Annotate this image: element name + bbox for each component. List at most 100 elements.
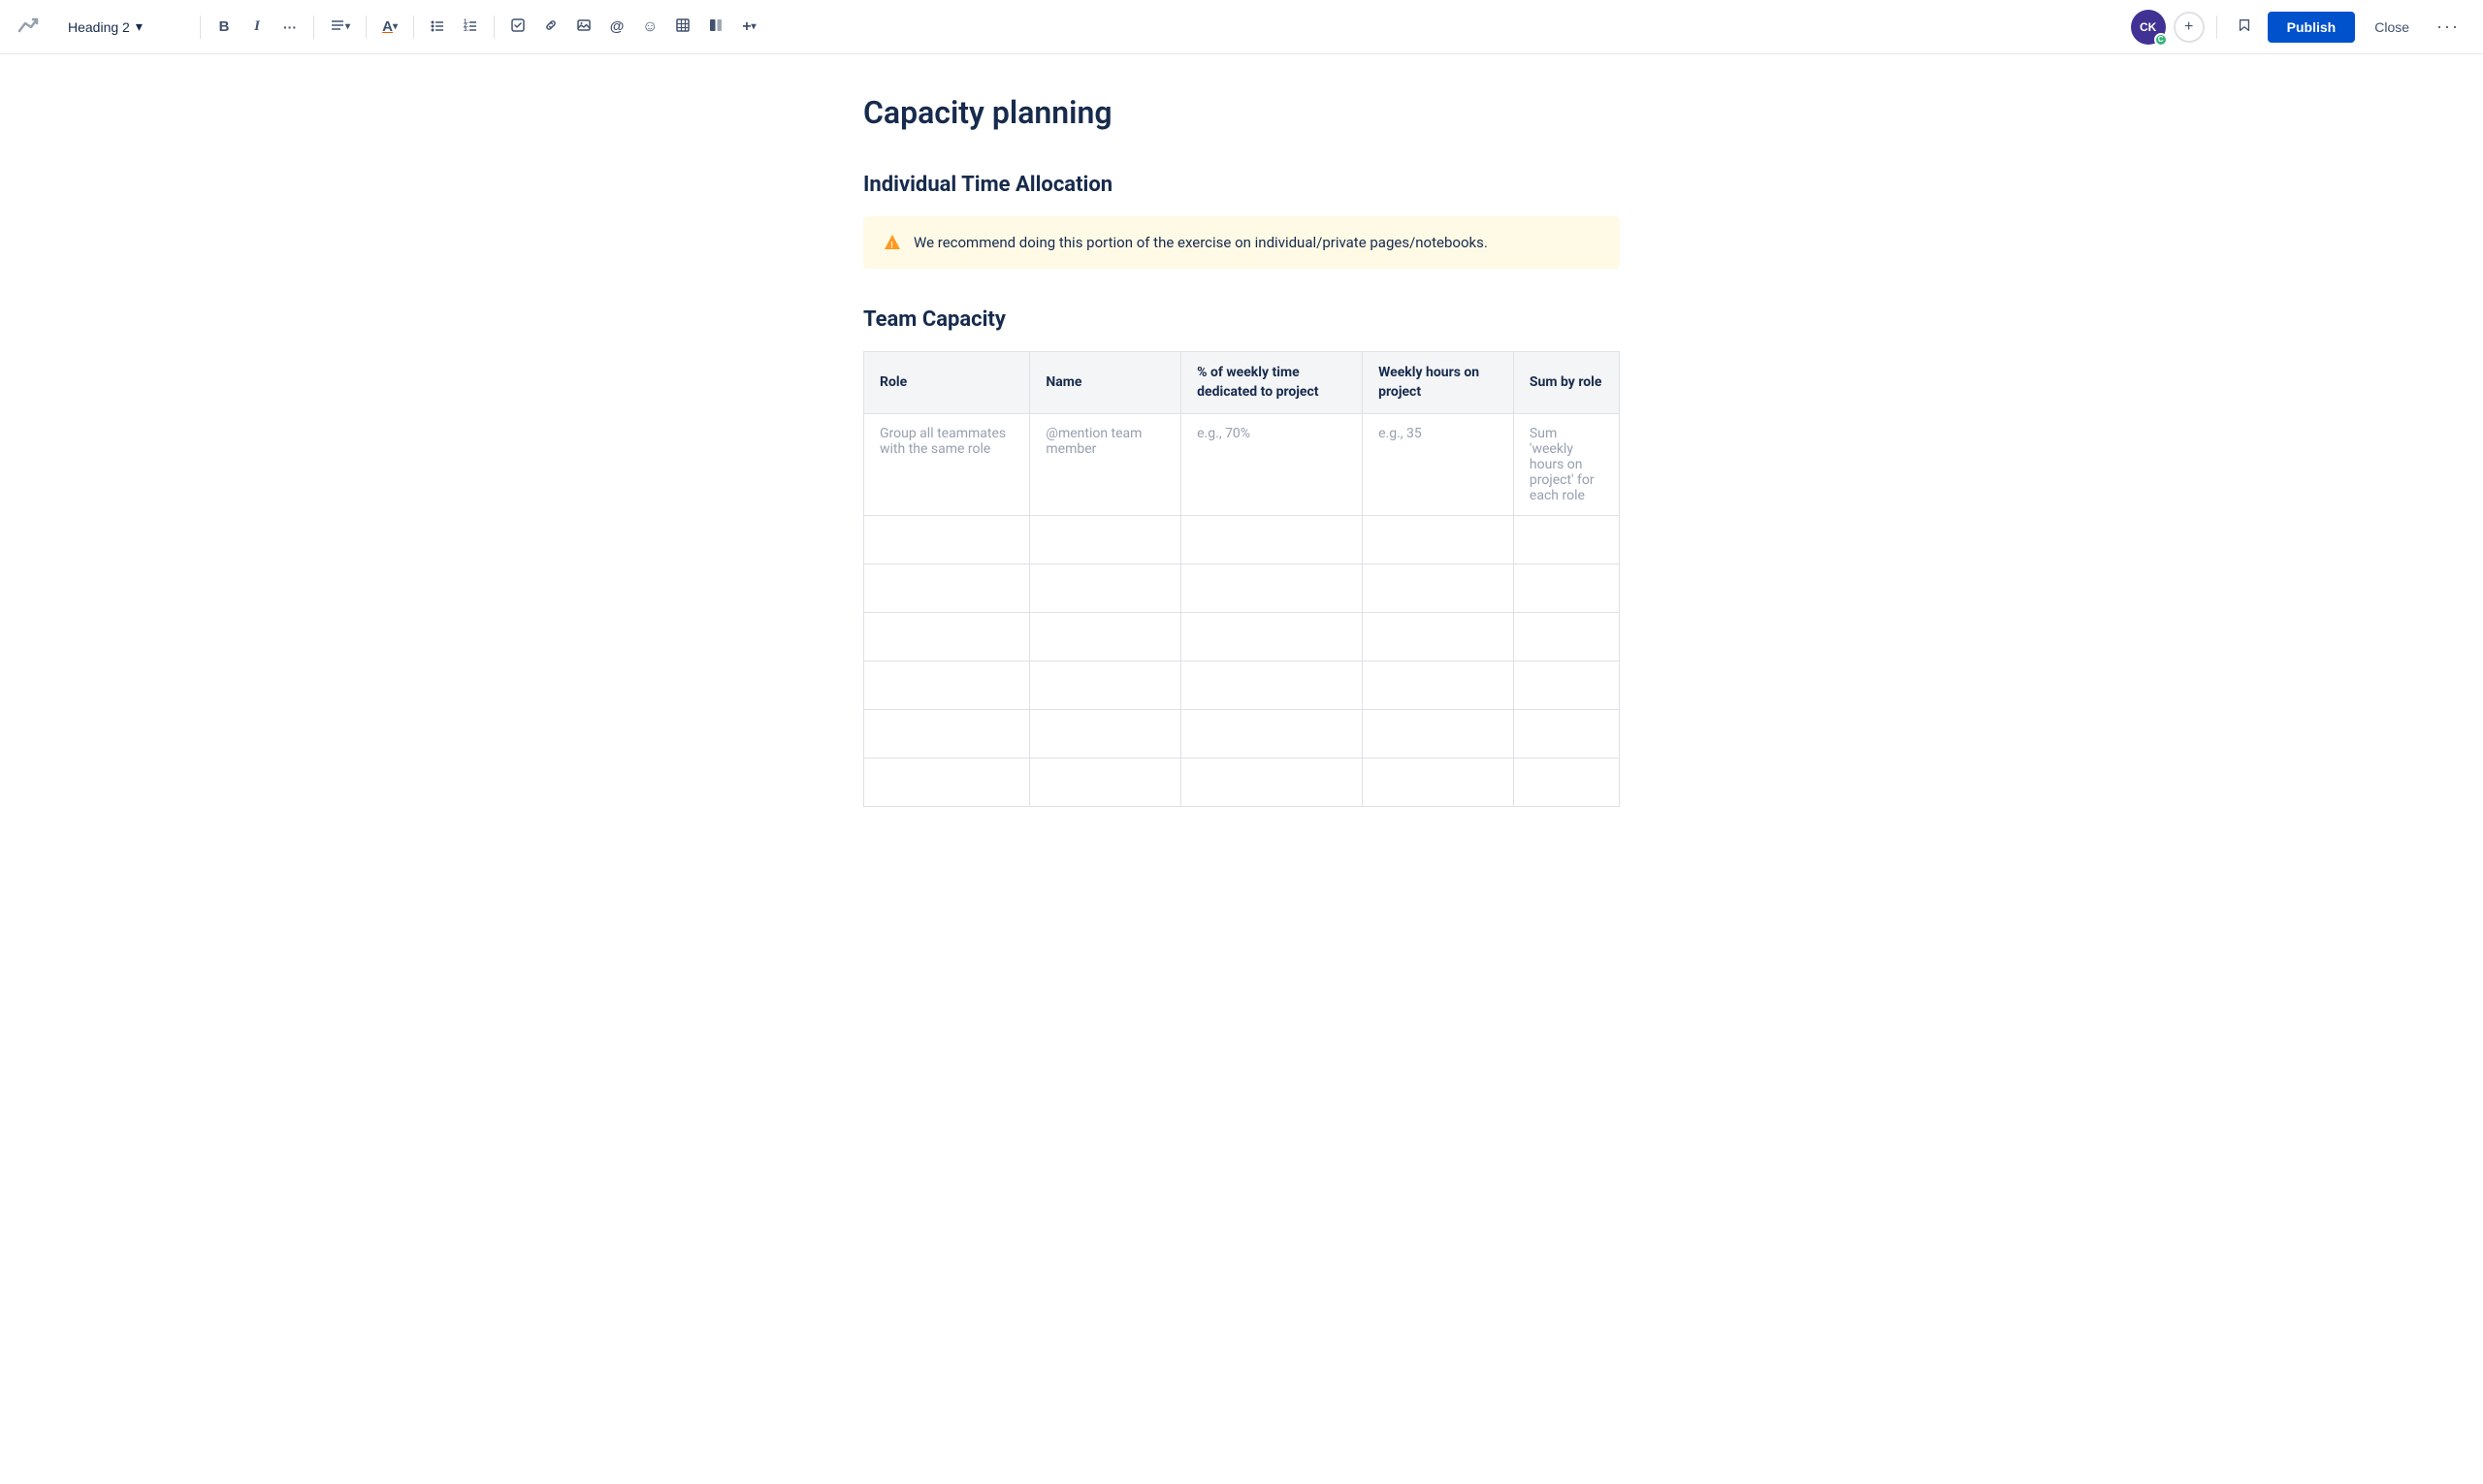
cell-role-2[interactable] (864, 565, 1030, 613)
italic-button[interactable]: I (242, 12, 273, 43)
toolbar-divider-5 (494, 16, 495, 39)
table-button[interactable] (667, 12, 698, 43)
cell-role-4[interactable] (864, 661, 1030, 710)
table-row[interactable] (864, 758, 1620, 807)
emoji-icon: ☺ (642, 18, 658, 36)
task-list-button[interactable] (502, 12, 533, 43)
cell-pct-4[interactable] (1181, 661, 1363, 710)
emoji-button[interactable]: ☺ (634, 12, 665, 43)
cell-hrs-4[interactable] (1363, 661, 1514, 710)
bullet-list-button[interactable] (422, 12, 453, 43)
toolbar-divider-4 (413, 16, 414, 39)
close-label: Close (2374, 19, 2409, 35)
cell-pct-2[interactable] (1181, 565, 1363, 613)
bullet-list-icon (430, 17, 445, 36)
heading-style-selector[interactable]: Heading 2 ▾ (58, 13, 184, 41)
cell-sum-1[interactable] (1513, 516, 1619, 565)
avatar-initials: CK (2140, 20, 2156, 34)
cell-pct-3[interactable] (1181, 613, 1363, 661)
cell-hrs-5[interactable] (1363, 710, 1514, 758)
add-collaborator-button[interactable]: + (2174, 12, 2205, 43)
cell-name-2[interactable] (1030, 565, 1181, 613)
cell-pct-5[interactable] (1181, 710, 1363, 758)
cell-role-5[interactable] (864, 710, 1030, 758)
link-button[interactable] (535, 12, 566, 43)
image-button[interactable] (568, 12, 599, 43)
bold-button[interactable]: B (209, 12, 240, 43)
plus-chevron-icon: ▾ (752, 21, 757, 32)
alignment-button[interactable]: ▾ (322, 12, 358, 43)
cell-hrs-0[interactable]: e.g., 35 (1363, 414, 1514, 516)
cell-name-4[interactable] (1030, 661, 1181, 710)
cell-name-3[interactable] (1030, 613, 1181, 661)
table-row[interactable] (864, 710, 1620, 758)
cell-hrs-2[interactable] (1363, 565, 1514, 613)
table-row[interactable] (864, 613, 1620, 661)
ordered-list-button[interactable]: 1. 2. 3. (455, 12, 486, 43)
cell-name-1[interactable] (1030, 516, 1181, 565)
heading-style-label: Heading 2 (68, 19, 130, 35)
cell-role-3[interactable] (864, 613, 1030, 661)
cell-hrs-6[interactable] (1363, 758, 1514, 807)
cell-sum-4[interactable] (1513, 661, 1619, 710)
col-header-hrs: Weekly hours on project (1363, 352, 1514, 414)
warning-text: We recommend doing this portion of the e… (914, 232, 1488, 254)
more-format-button[interactable]: ··· (274, 12, 306, 43)
cell-pct-0[interactable]: e.g., 70% (1181, 414, 1363, 516)
cell-pct-1[interactable] (1181, 516, 1363, 565)
cell-sum-2[interactable] (1513, 565, 1619, 613)
text-color-button[interactable]: A ▾ (374, 12, 405, 43)
add-content-button[interactable]: + ▾ (733, 12, 764, 43)
team-section-heading[interactable]: Team Capacity (863, 307, 1620, 332)
cell-role-6[interactable] (864, 758, 1030, 807)
italic-icon: I (254, 18, 260, 35)
image-icon (576, 17, 592, 36)
table-row[interactable] (864, 565, 1620, 613)
cell-name-6[interactable] (1030, 758, 1181, 807)
close-button[interactable]: Close (2363, 14, 2421, 41)
cell-sum-6[interactable] (1513, 758, 1619, 807)
layout-icon (708, 17, 724, 36)
individual-section-heading[interactable]: Individual Time Allocation (863, 173, 1620, 197)
user-avatar[interactable]: CK C (2131, 10, 2166, 45)
mention-icon: @ (610, 18, 625, 35)
col-header-pct: % of weekly time dedicated to project (1181, 352, 1363, 414)
cell-hrs-1[interactable] (1363, 516, 1514, 565)
plus-icon: + (742, 18, 751, 36)
svg-text:!: ! (890, 240, 893, 249)
save-to-space-button[interactable] (2229, 12, 2260, 43)
table-row[interactable] (864, 516, 1620, 565)
publish-label: Publish (2287, 19, 2337, 35)
more-options-button[interactable]: ··· (2429, 11, 2467, 43)
table-header-row: Role Name % of weekly time dedicated to … (864, 352, 1620, 414)
publish-button[interactable]: Publish (2268, 12, 2356, 43)
ordered-list-icon: 1. 2. 3. (463, 17, 478, 36)
col-header-role: Role (864, 352, 1030, 414)
layout-button[interactable] (700, 12, 731, 43)
text-color-icon: A (382, 18, 393, 35)
warning-icon: ! (883, 233, 902, 252)
task-list-icon (510, 17, 526, 36)
app-logo[interactable] (16, 12, 43, 43)
mention-button[interactable]: @ (601, 12, 632, 43)
table-row[interactable]: Group all teammates with the same role@m… (864, 414, 1620, 516)
cell-sum-0[interactable]: Sum 'weekly hours on project' for each r… (1513, 414, 1619, 516)
page-title[interactable]: Capacity planning (863, 93, 1620, 134)
cell-pct-6[interactable] (1181, 758, 1363, 807)
page-content: Capacity planning Individual Time Alloca… (805, 54, 1678, 885)
text-color-chevron-icon: ▾ (393, 21, 398, 32)
cell-hrs-3[interactable] (1363, 613, 1514, 661)
warning-callout: ! We recommend doing this portion of the… (863, 216, 1620, 270)
svg-text:3.: 3. (464, 27, 468, 33)
cell-sum-3[interactable] (1513, 613, 1619, 661)
table-row[interactable] (864, 661, 1620, 710)
align-icon (330, 17, 345, 36)
cell-name-5[interactable] (1030, 710, 1181, 758)
cell-name-0[interactable]: @mention team member (1030, 414, 1181, 516)
col-header-name: Name (1030, 352, 1181, 414)
chevron-down-icon: ▾ (136, 18, 143, 35)
toolbar-right: CK C + Publish Close ··· (2131, 10, 2467, 45)
cell-sum-5[interactable] (1513, 710, 1619, 758)
cell-role-0[interactable]: Group all teammates with the same role (864, 414, 1030, 516)
cell-role-1[interactable] (864, 516, 1030, 565)
